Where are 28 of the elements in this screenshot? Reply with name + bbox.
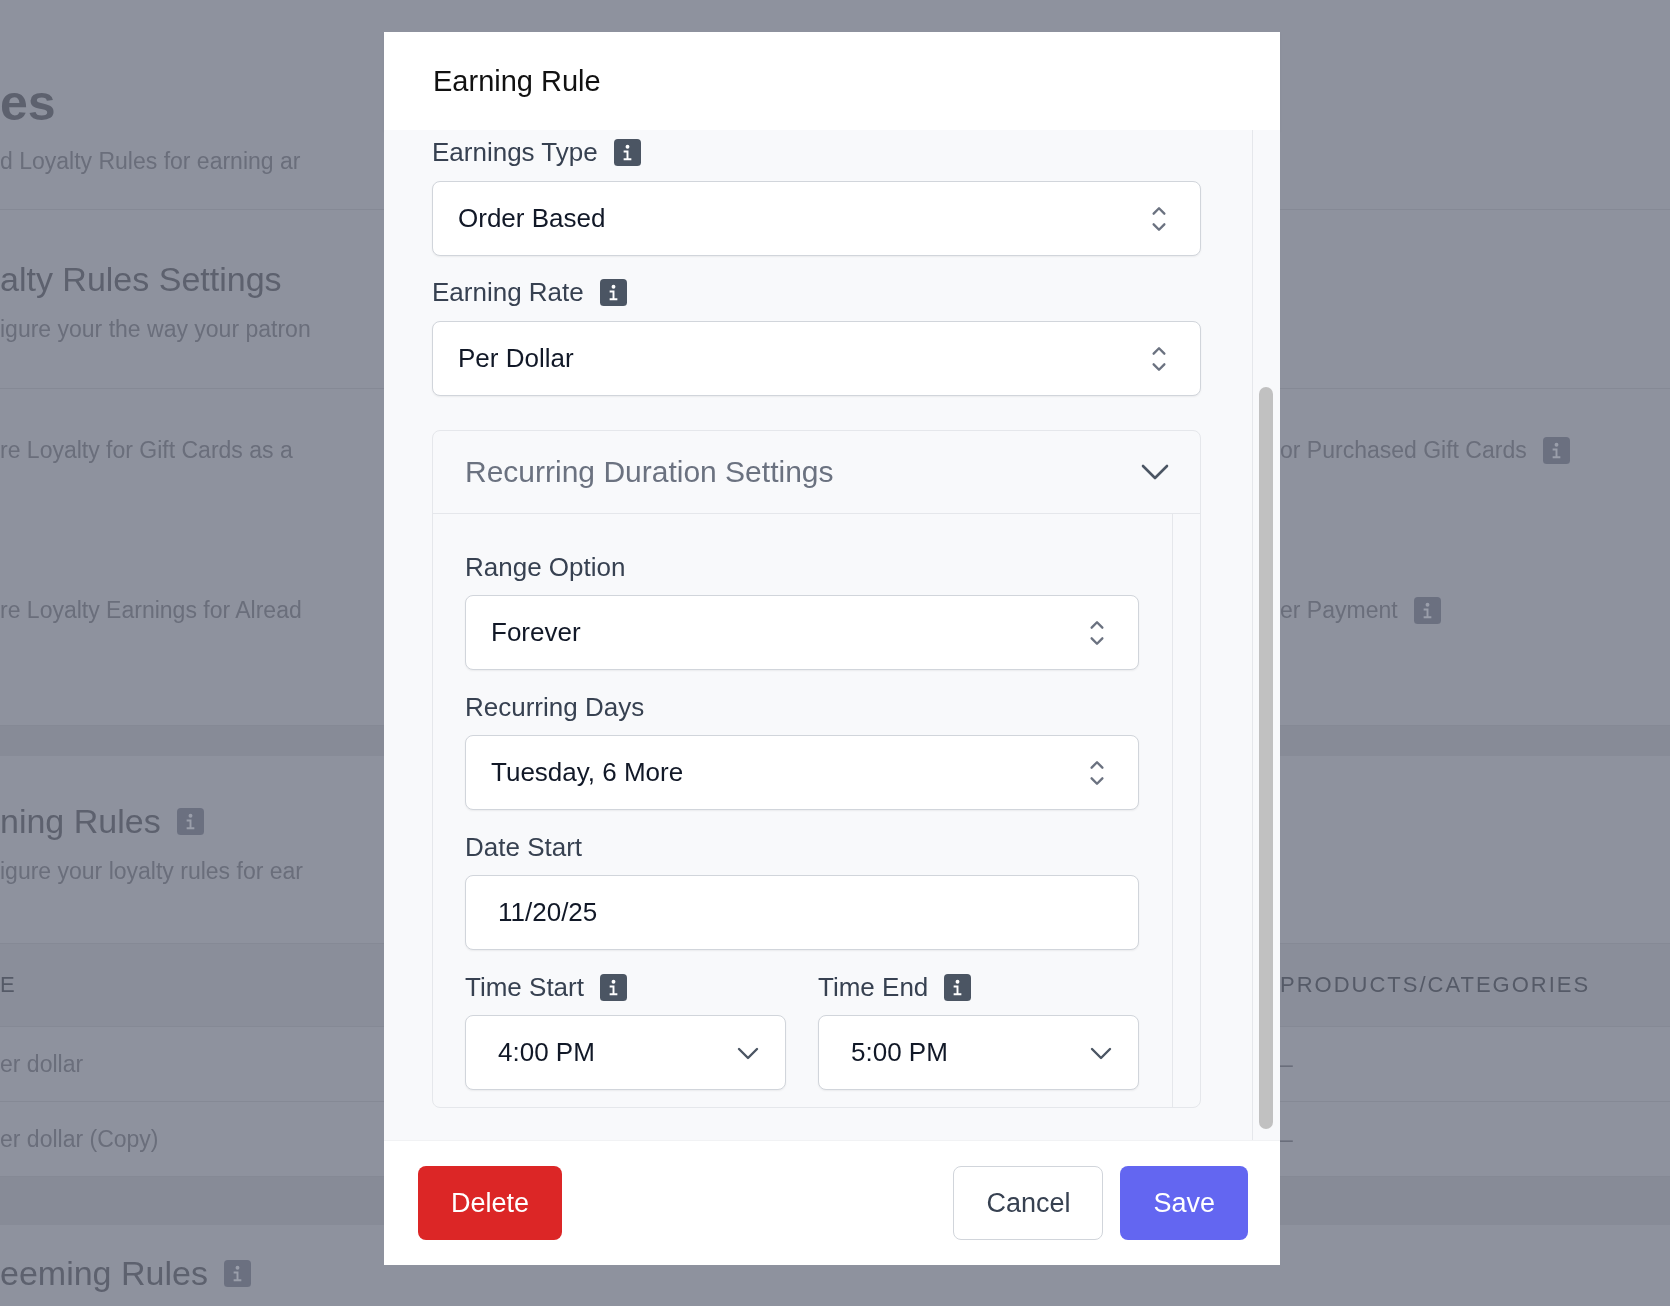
field-label: Earnings Type bbox=[432, 136, 598, 168]
select-field[interactable]: Per Dollar bbox=[432, 321, 1201, 396]
date-field[interactable]: 11/20/25 bbox=[465, 875, 1139, 950]
table-cell-text: – bbox=[1280, 1125, 1293, 1154]
time-select[interactable]: 5:00 PM bbox=[818, 1015, 1139, 1090]
scrollbar[interactable] bbox=[1259, 387, 1273, 1129]
modal-title: Earning Rule bbox=[433, 64, 601, 98]
select-field[interactable]: Order Based bbox=[432, 181, 1201, 256]
chevron-down-icon bbox=[1090, 1045, 1112, 1060]
info-icon[interactable] bbox=[944, 973, 972, 1001]
field-label: Date Start bbox=[465, 831, 583, 863]
field-label: Time Start bbox=[465, 971, 584, 1003]
select-field[interactable]: Forever bbox=[465, 595, 1139, 670]
cancel-button[interactable]: Cancel bbox=[953, 1166, 1104, 1240]
chevron-down-icon bbox=[737, 1045, 759, 1060]
field-label: Earning Rate bbox=[432, 276, 584, 308]
table-cell-text: – bbox=[1280, 1050, 1293, 1079]
info-icon[interactable] bbox=[599, 973, 627, 1001]
accordion-header[interactable]: Recurring Duration Settings bbox=[433, 431, 1200, 514]
select-field[interactable]: Tuesday, 6 More bbox=[465, 735, 1139, 810]
time-select[interactable]: 4:00 PM bbox=[465, 1015, 786, 1090]
field-label: Recurring Days bbox=[465, 691, 645, 723]
save-button[interactable]: Save bbox=[1120, 1166, 1248, 1240]
field-label: Time End bbox=[818, 971, 929, 1003]
info-icon[interactable] bbox=[613, 138, 641, 166]
field-label: Range Option bbox=[465, 551, 626, 583]
info-icon[interactable] bbox=[599, 278, 627, 306]
delete-button[interactable]: Delete bbox=[418, 1166, 563, 1240]
